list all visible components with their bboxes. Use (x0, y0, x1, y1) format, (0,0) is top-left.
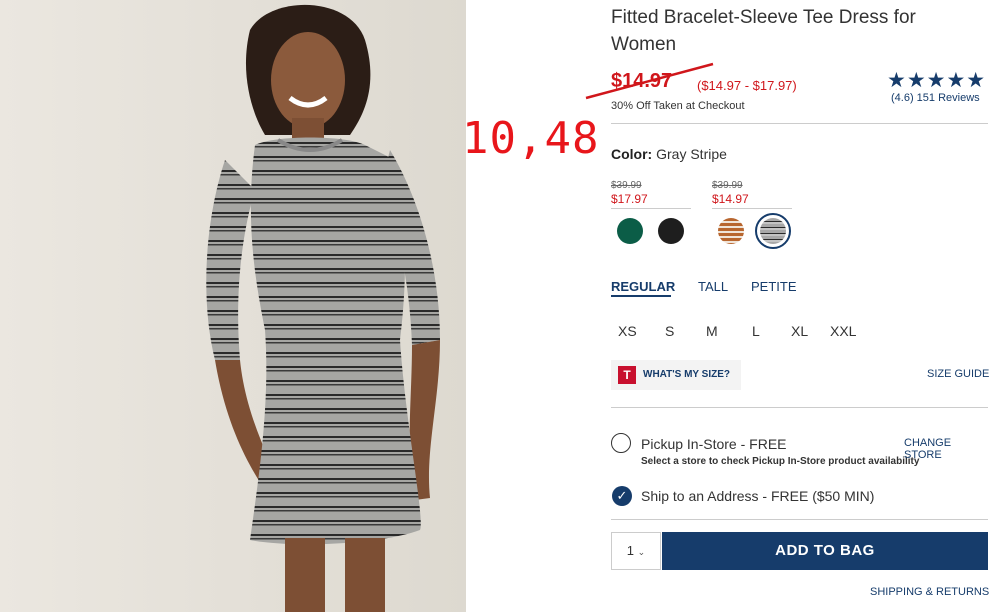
price-strike-annotation (585, 62, 714, 100)
swatch-black[interactable] (658, 218, 684, 244)
color-group-1-new-price: $17.97 (611, 192, 648, 206)
ship-label: Ship to an Address - FREE ($50 MIN) (641, 488, 875, 504)
divider (611, 123, 988, 124)
tab-regular[interactable]: REGULAR (611, 279, 675, 294)
color-label: Color: Gray Stripe (611, 146, 727, 162)
model-illustration (0, 0, 466, 612)
pickup-subtext: Select a store to check Pickup In-Store … (641, 456, 920, 467)
rating-stars-icon[interactable]: ★★★★★ (887, 70, 986, 92)
color-label-key: Color: (611, 146, 653, 162)
size-l[interactable]: L (752, 323, 760, 339)
change-store-link[interactable]: CHANGE STORE (904, 437, 990, 461)
swatch-rust-stripe[interactable] (718, 218, 744, 244)
shipping-returns-link[interactable]: SHIPPING & RETURNS (870, 586, 989, 598)
color-group-1-old-price: $39.99 (611, 180, 642, 191)
divider (712, 208, 792, 209)
quantity-value: 1 (626, 543, 635, 558)
price-annotation: 10,48 (462, 113, 600, 164)
ship-check-icon[interactable]: ✓ (612, 486, 632, 506)
swatch-green[interactable] (617, 218, 643, 244)
size-xxl[interactable]: XXL (830, 323, 856, 339)
product-title: Fitted Bracelet-Sleeve Tee Dress for Wom… (611, 7, 916, 55)
true-fit-icon: T (618, 366, 636, 384)
quantity-select[interactable]: 1 ⌄ (611, 532, 661, 570)
reviews-link[interactable]: (4.6) 151 Reviews (891, 92, 980, 104)
tab-petite[interactable]: PETITE (751, 279, 797, 294)
size-m[interactable]: M (706, 323, 718, 339)
product-image[interactable] (0, 0, 466, 612)
divider (611, 407, 988, 408)
tab-tall[interactable]: TALL (698, 279, 728, 294)
color-value: Gray Stripe (656, 146, 727, 162)
color-group-2-old-price: $39.99 (712, 180, 743, 191)
size-xl[interactable]: XL (791, 323, 808, 339)
size-guide-link[interactable]: SIZE GUIDE (927, 368, 989, 380)
chevron-down-icon: ⌄ (637, 547, 646, 557)
swatch-gray-stripe[interactable] (760, 218, 786, 244)
color-group-2-new-price: $14.97 (712, 192, 749, 206)
tab-underline (611, 295, 671, 297)
divider (611, 208, 691, 209)
pickup-label: Pickup In-Store - FREE (641, 436, 787, 452)
size-s[interactable]: S (665, 323, 674, 339)
divider (611, 519, 988, 520)
whats-my-size-label: WHAT'S MY SIZE? (643, 369, 731, 380)
size-xs[interactable]: XS (618, 323, 637, 339)
pickup-radio[interactable] (611, 433, 631, 453)
add-to-bag-button[interactable]: ADD TO BAG (662, 532, 988, 570)
